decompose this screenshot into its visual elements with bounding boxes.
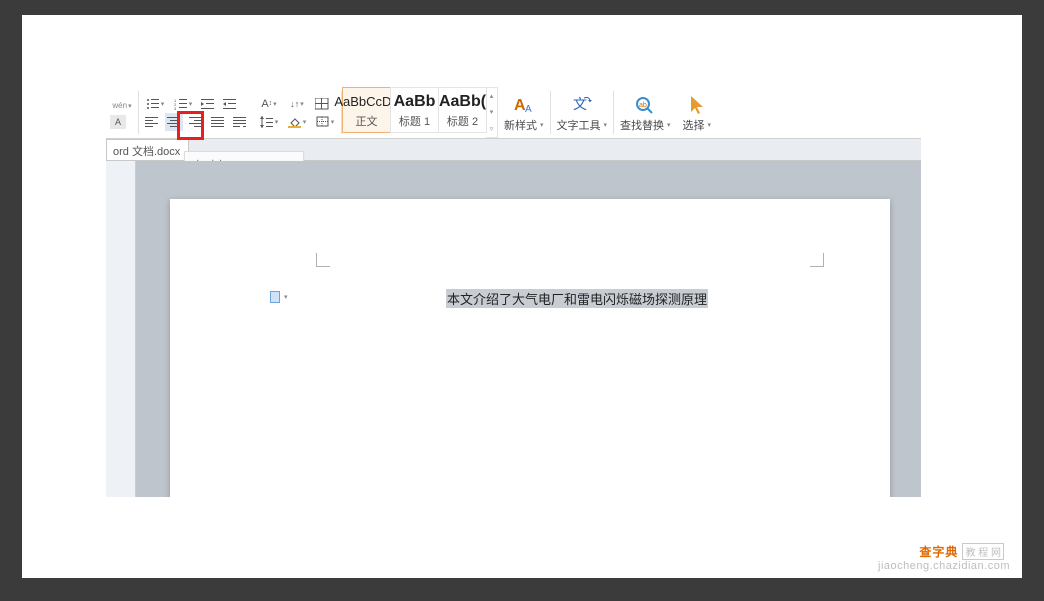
chevron-down-icon: ▾ — [708, 121, 712, 129]
margin-mark — [810, 253, 824, 267]
line-spacing-button[interactable]: ▾ — [257, 113, 281, 131]
bullets-button[interactable]: ▾ — [143, 95, 167, 113]
style-preview: AaBb( — [439, 92, 486, 112]
chevron-down-icon: ▾ — [604, 121, 608, 129]
align-right-button[interactable] — [187, 113, 205, 131]
document-tab[interactable]: ord 文档.docx — [106, 139, 189, 160]
style-preview: AaBb — [394, 92, 436, 112]
watermark-logo: 查字典 — [919, 543, 958, 560]
find-replace-icon: ab — [633, 93, 657, 117]
style-label: 正文 — [356, 113, 378, 129]
svg-text:A: A — [525, 104, 532, 115]
chevron-down-icon: ▾ — [540, 121, 544, 129]
find-replace-button[interactable]: ab 查找替换▾ — [614, 87, 677, 138]
button-label: 新样式 — [504, 117, 537, 133]
button-label: 文字工具 — [557, 117, 601, 133]
style-gallery: AaBbCcDd 正文 AaBb 标题 1 AaBb( 标题 2 ▴ ▾ ▿ — [342, 87, 498, 138]
borders-button[interactable]: ▾ — [313, 113, 337, 131]
align-justify-button[interactable] — [209, 113, 227, 131]
vertical-ruler[interactable] — [106, 161, 136, 497]
svg-text:文: 文 — [573, 96, 587, 112]
align-left-button[interactable] — [143, 113, 161, 131]
margin-mark — [316, 253, 330, 267]
ribbon-group-font-edge: wén▾ A — [106, 87, 138, 138]
increase-indent-button[interactable] — [221, 95, 239, 113]
watermark-url: jiaocheng.chazidian.com — [878, 560, 1010, 572]
style-heading1[interactable]: AaBb 标题 1 — [390, 87, 439, 133]
new-style-icon: AA — [512, 93, 536, 117]
button-label: 查找替换 — [620, 117, 664, 133]
style-label: 标题 1 — [399, 113, 430, 129]
numbering-button[interactable]: 123▾ — [171, 95, 195, 113]
decrease-indent-button[interactable] — [199, 95, 217, 113]
paragraph-handle[interactable]: ▾ — [270, 291, 288, 303]
watermark-tag: 教 程 网 — [962, 543, 1004, 560]
watermark-brand: 查字典 教 程 网 — [919, 543, 1004, 560]
text-tools-button[interactable]: 文 文字工具▾ — [551, 87, 614, 138]
expand-icon[interactable]: ▿ — [486, 125, 497, 133]
shading-button[interactable]: ▾ — [285, 113, 309, 131]
table-button[interactable] — [313, 95, 331, 113]
font-size-grow-button[interactable]: A↕▾ — [257, 95, 281, 113]
wps-word-window: wén▾ A ▾ 123▾ — [106, 87, 921, 497]
ribbon-group-paragraph: ▾ 123▾ — [139, 87, 253, 138]
new-style-button[interactable]: AA 新样式▾ — [498, 87, 550, 138]
highlight-button[interactable]: A — [110, 115, 126, 129]
cursor-icon — [687, 93, 707, 117]
image-frame: wén▾ A ▾ 123▾ — [22, 15, 1022, 578]
style-preview: AaBbCcDd — [334, 92, 398, 112]
select-button[interactable]: 选择▾ — [677, 87, 718, 138]
ribbon-group-paragraph-2: A↕▾ ↓↑▾ ▾ ▾ ▾ — [253, 87, 341, 138]
style-normal[interactable]: AaBbCcDd 正文 — [342, 87, 391, 133]
align-distributed-button[interactable] — [231, 113, 249, 131]
style-label: 标题 2 — [447, 113, 478, 129]
document-page[interactable]: ▾ 本文介绍了大气电厂和雷电闪烁磁场探测原理 — [170, 199, 890, 497]
workspace: ▾ 本文介绍了大气电厂和雷电闪烁磁场探测原理 — [106, 161, 921, 497]
chevron-down-icon[interactable]: ▾ — [486, 108, 497, 116]
text-tools-icon: 文 — [570, 93, 594, 117]
sort-button[interactable]: ↓↑▾ — [285, 95, 309, 113]
button-label: 选择 — [683, 117, 705, 133]
selected-body-text[interactable]: 本文介绍了大气电厂和雷电闪烁磁场探测原理 — [446, 289, 708, 308]
svg-text:3: 3 — [174, 106, 177, 110]
style-gallery-more[interactable]: ▴ ▾ ▿ — [486, 87, 498, 138]
svg-text:ab: ab — [639, 102, 647, 109]
style-heading2[interactable]: AaBb( 标题 2 — [438, 87, 487, 133]
font-edge-button[interactable]: wén▾ — [110, 97, 134, 115]
paragraph-icon — [270, 291, 280, 303]
chevron-up-icon[interactable]: ▴ — [486, 92, 497, 100]
align-center-button[interactable] — [165, 113, 183, 131]
ribbon: wén▾ A ▾ 123▾ — [106, 87, 921, 139]
chevron-down-icon: ▾ — [284, 293, 288, 301]
document-tab-label: ord 文档.docx — [113, 143, 180, 159]
chevron-down-icon: ▾ — [667, 121, 671, 129]
